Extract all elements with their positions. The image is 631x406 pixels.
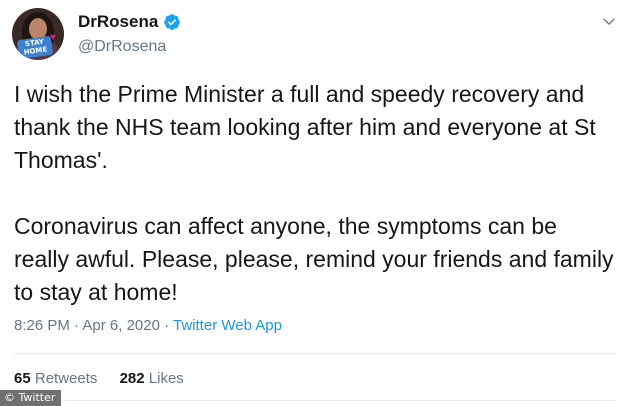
retweets-stat[interactable]: 65 Retweets — [14, 370, 102, 387]
avatar[interactable]: STAY HOME ♥ — [12, 8, 64, 60]
display-name-row[interactable]: DrRosena — [78, 12, 181, 32]
retweets-count: 65 — [14, 370, 31, 387]
verified-badge-icon — [164, 14, 181, 30]
tweet-card: STAY HOME ♥ DrRosena @DrRosena I wish th… — [0, 0, 631, 406]
retweets-label: Retweets — [34, 370, 98, 387]
author-info: DrRosena @DrRosena — [78, 12, 181, 56]
tweet-paragraph: Coronavirus can affect anyone, the sympt… — [14, 213, 614, 305]
chevron-down-icon[interactable] — [601, 14, 617, 30]
display-name[interactable]: DrRosena — [78, 12, 158, 32]
divider — [14, 400, 617, 401]
meta-separator: · — [69, 317, 83, 334]
likes-label: Likes — [148, 370, 184, 387]
likes-stat[interactable]: 282 Likes — [120, 370, 184, 387]
tweet-meta: 8:26 PM · Apr 6, 2020 · Twitter Web App — [14, 317, 282, 335]
heart-icon: ♥ — [50, 32, 56, 43]
meta-separator: · — [159, 317, 174, 334]
handle[interactable]: @DrRosena — [78, 38, 181, 56]
source-app-link[interactable]: Twitter Web App — [173, 317, 282, 334]
tweet-paragraph: I wish the Prime Minister a full and spe… — [14, 81, 596, 173]
tweet-text: I wish the Prime Minister a full and spe… — [14, 78, 614, 309]
tweet-time[interactable]: 8:26 PM — [14, 317, 70, 334]
tweet-stats: 65 Retweets 282 Likes — [14, 370, 184, 388]
likes-count: 282 — [119, 370, 145, 387]
image-credit: © Twitter — [0, 390, 62, 406]
divider — [14, 353, 617, 354]
tweet-date[interactable]: Apr 6, 2020 — [82, 317, 160, 334]
